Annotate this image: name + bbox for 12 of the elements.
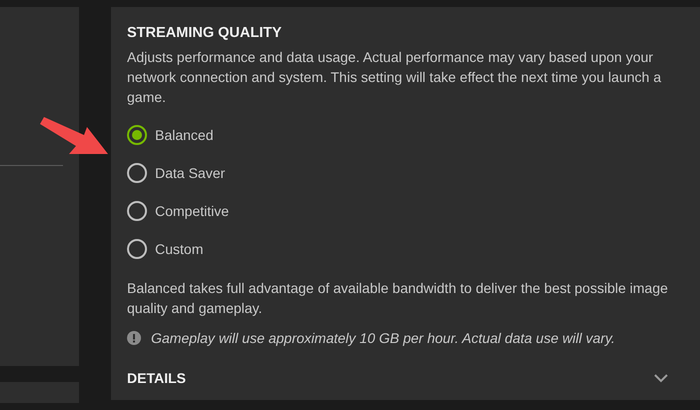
info-icon <box>127 331 141 345</box>
radio-option[interactable]: Custom <box>127 230 204 268</box>
details-label: DETAILS <box>127 370 186 386</box>
details-toggle[interactable]: DETAILS <box>127 358 684 398</box>
radio-option[interactable]: Data Saver <box>127 154 226 192</box>
radio-option[interactable]: Balanced <box>127 116 214 154</box>
notice-text: Gameplay will use approximately 10 GB per hour. Actual data use will vary. <box>151 330 616 346</box>
radio-option[interactable]: Competitive <box>127 192 229 230</box>
chevron-icon <box>654 374 668 382</box>
option-description: Balanced takes full advantage of available bandwidth to deliver the best possible image quality and gameplay. <box>127 279 669 318</box>
section-description: Adjusts performance and data usage. Actual performance may vary based upon your network connection and system. This setting will take effect the next time you launch a game. <box>127 48 662 107</box>
section-title: STREAMING QUALITY <box>127 25 283 41</box>
